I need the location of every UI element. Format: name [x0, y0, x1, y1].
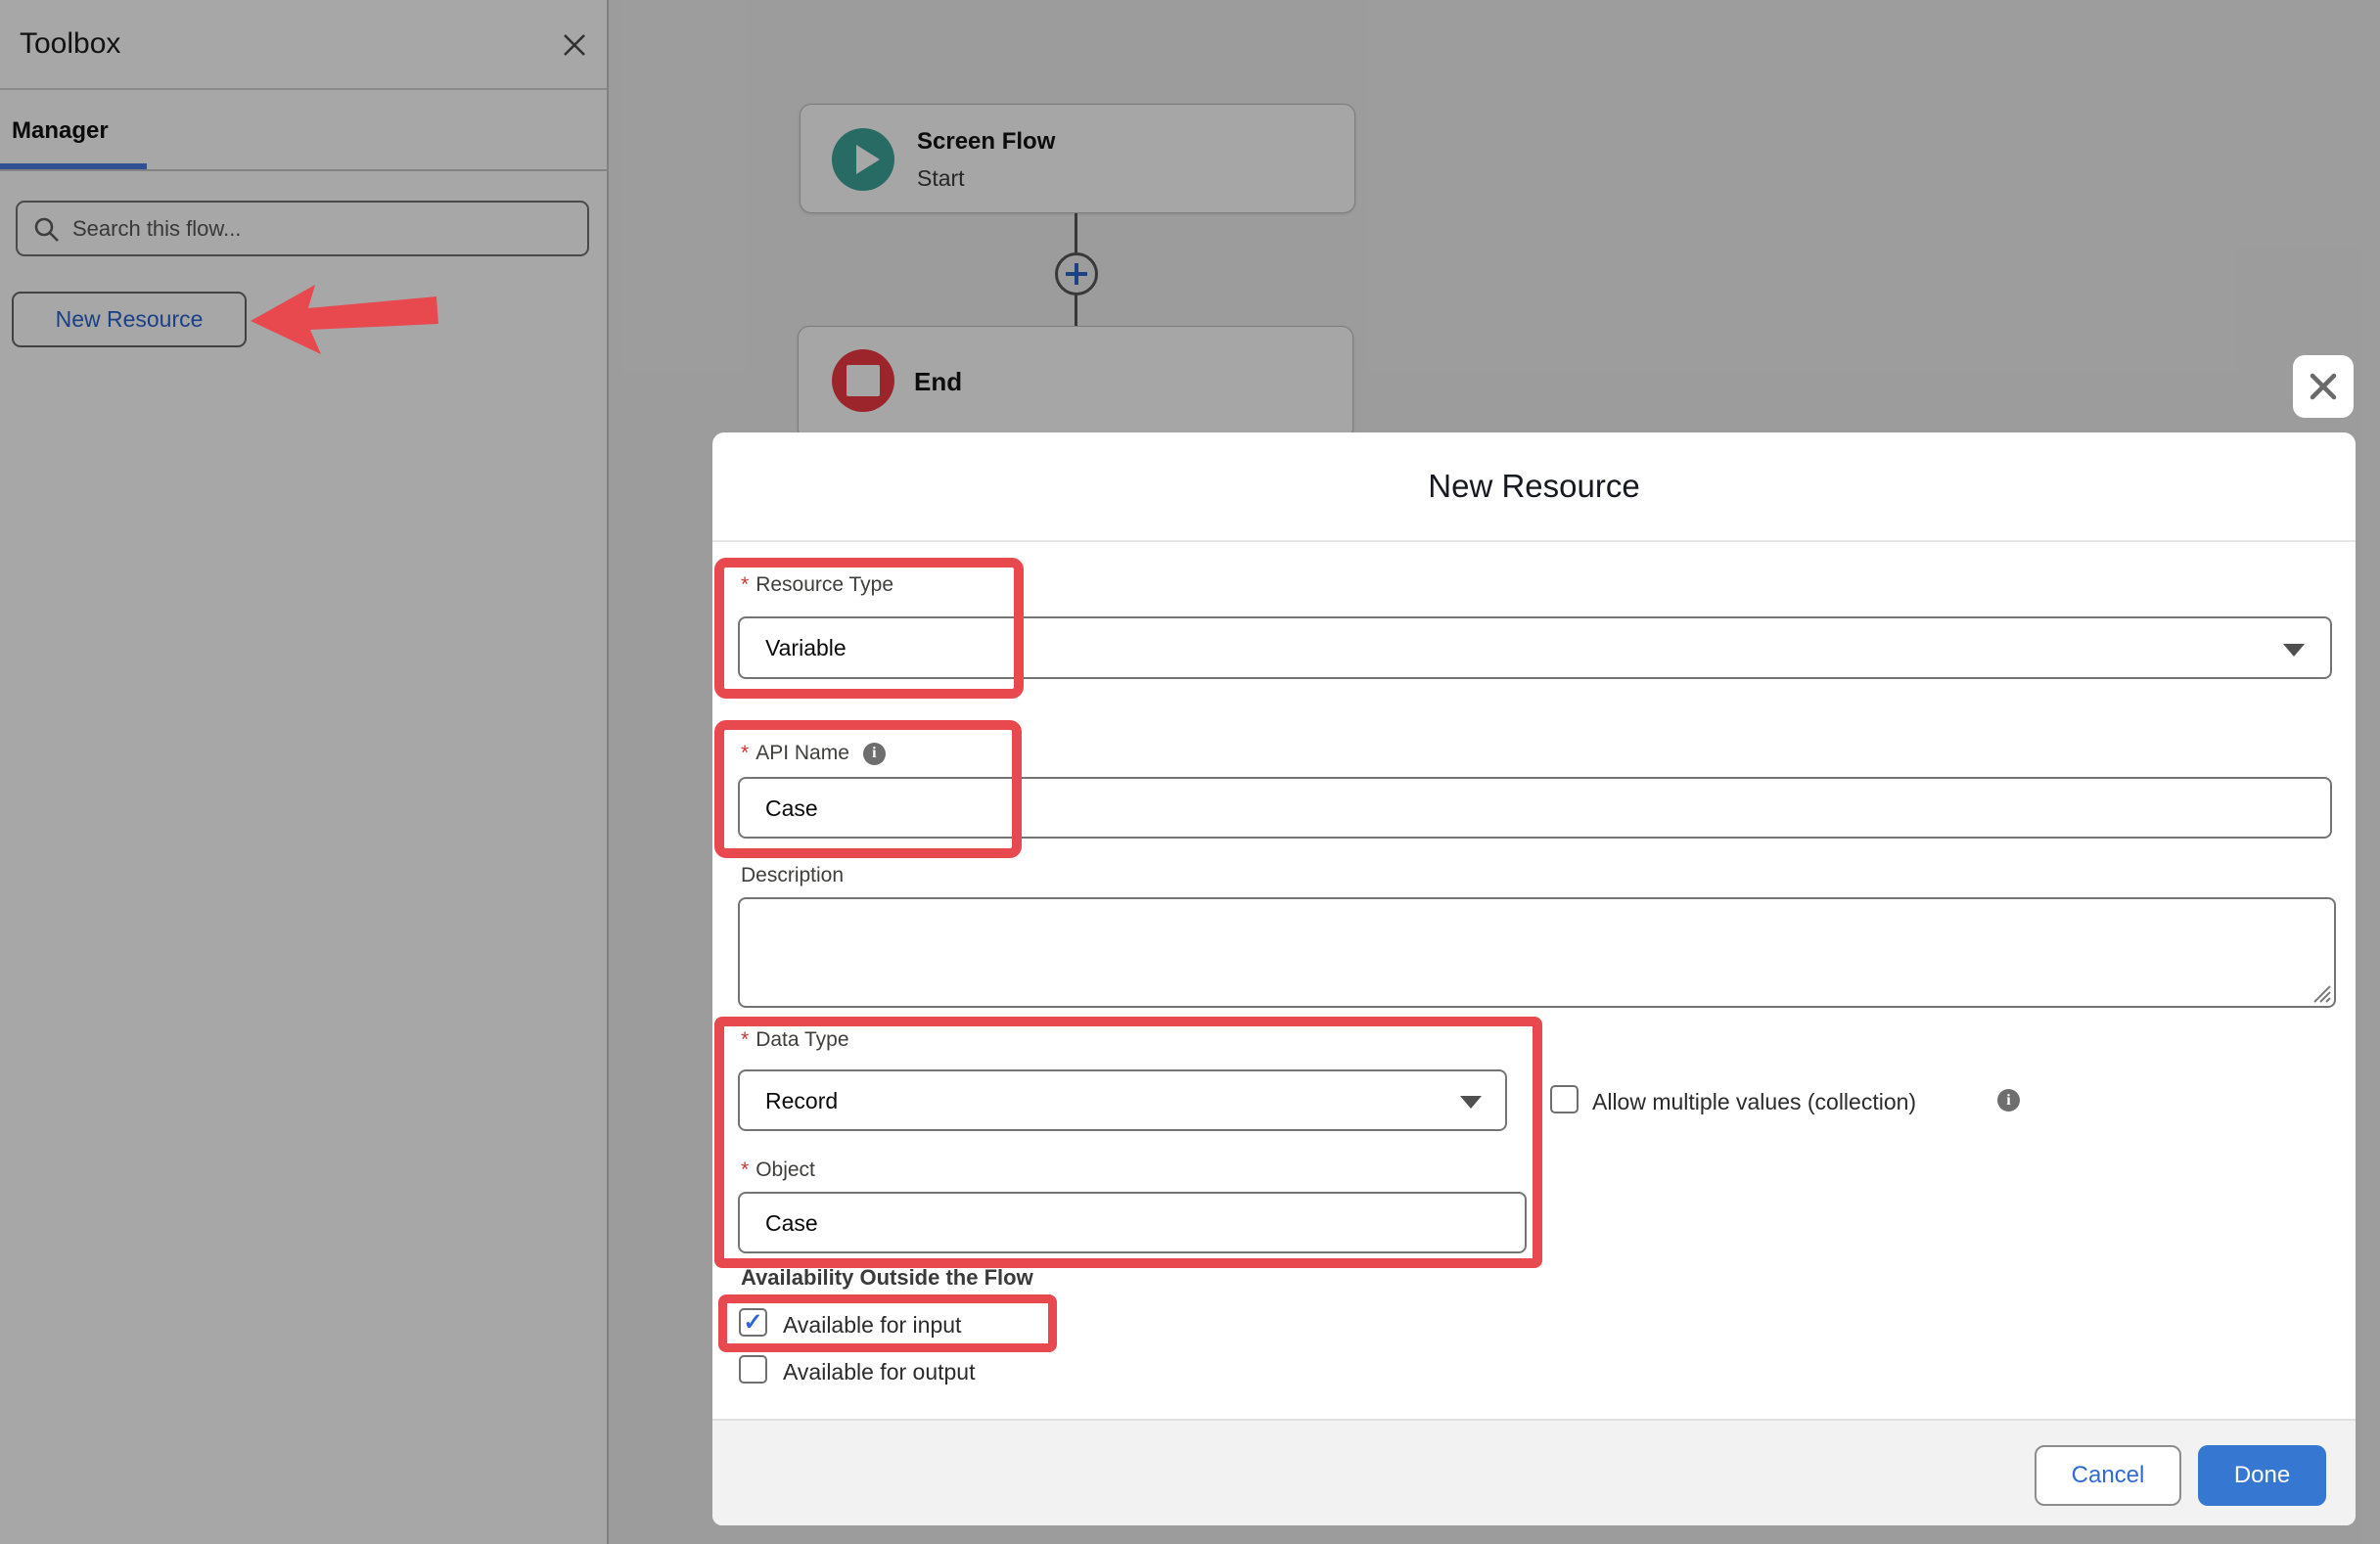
- available-for-input-label: Available for input: [783, 1312, 961, 1339]
- modal-close-button[interactable]: [2293, 355, 2354, 418]
- available-for-output-label: Available for output: [783, 1359, 976, 1385]
- availability-heading: Availability Outside the Flow: [741, 1265, 1033, 1291]
- available-for-output-checkbox[interactable]: [739, 1355, 767, 1384]
- api-name-label: * API Name i: [741, 742, 886, 765]
- cancel-button[interactable]: Cancel: [2035, 1445, 2181, 1506]
- info-icon[interactable]: i: [1997, 1089, 2020, 1112]
- modal-title: New Resource: [712, 432, 2356, 542]
- object-field-box: [738, 1192, 1527, 1253]
- data-type-value: Record: [765, 1071, 838, 1130]
- description-textarea[interactable]: [738, 897, 2336, 1008]
- chevron-down-icon: [1460, 1096, 1482, 1109]
- resource-type-label: * Resource Type: [741, 573, 893, 597]
- modal-footer: Cancel Done: [712, 1419, 2356, 1525]
- api-name-field-box: [738, 777, 2332, 839]
- resource-type-select[interactable]: Variable: [738, 616, 2332, 679]
- close-icon: [2308, 371, 2339, 402]
- allow-multiple-checkbox[interactable]: [1550, 1085, 1579, 1113]
- api-name-input[interactable]: [765, 779, 2197, 838]
- description-label: Description: [741, 864, 844, 887]
- data-type-label: * Data Type: [741, 1028, 849, 1052]
- info-icon[interactable]: i: [863, 743, 886, 765]
- allow-multiple-label: Allow multiple values (collection): [1592, 1089, 1916, 1115]
- new-resource-modal: New Resource * Resource Type Variable * …: [712, 432, 2356, 1525]
- object-input[interactable]: [765, 1194, 1472, 1252]
- done-button[interactable]: Done: [2198, 1445, 2326, 1506]
- required-asterisk: *: [741, 573, 749, 597]
- resource-type-value: Variable: [765, 618, 847, 677]
- data-type-select[interactable]: Record: [738, 1069, 1507, 1131]
- resize-grip-icon[interactable]: [2311, 982, 2332, 1004]
- description-field-box: [738, 897, 2336, 1008]
- available-for-input-checkbox[interactable]: ✓: [739, 1308, 767, 1337]
- chevron-down-icon: [2283, 644, 2305, 657]
- flow-builder-canvas: Screen Flow Start End Toolbox Manager: [0, 0, 2380, 1544]
- object-label: * Object: [741, 1158, 815, 1182]
